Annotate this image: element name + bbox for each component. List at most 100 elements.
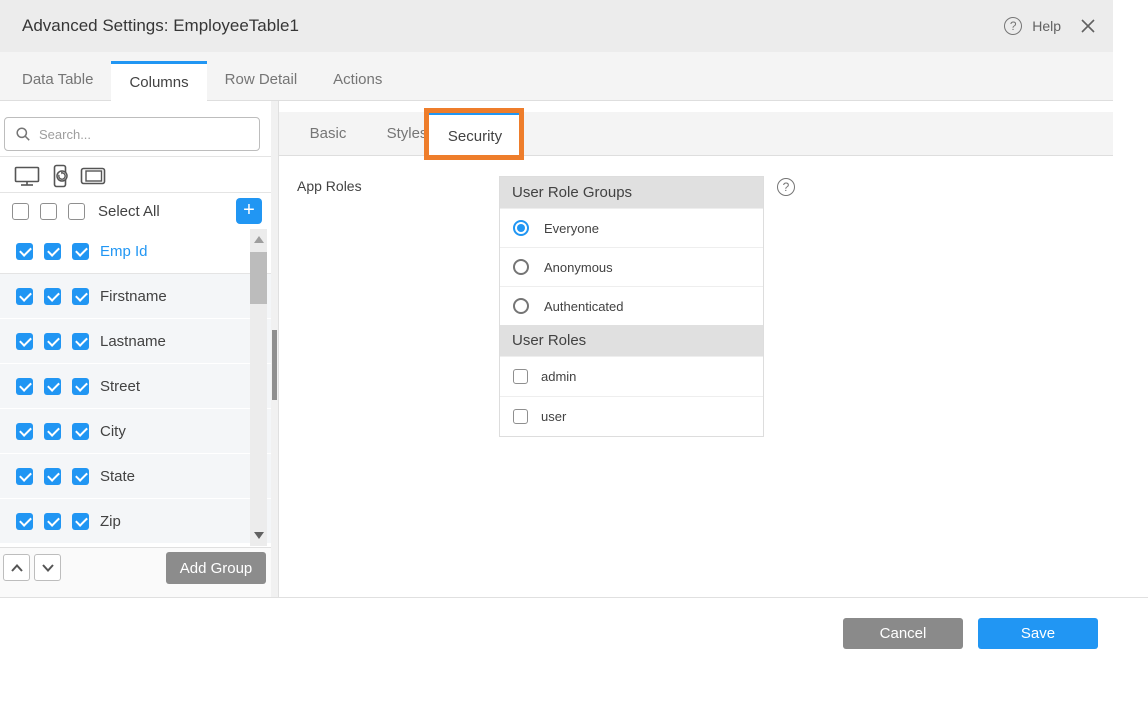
role-option-admin[interactable]: admin (500, 356, 763, 396)
column-label: Lastname (100, 333, 166, 350)
option-label: Everyone (544, 221, 599, 236)
column-checkbox-desktop[interactable] (16, 513, 33, 530)
column-checkbox-tablet[interactable] (72, 468, 89, 485)
tab-actions[interactable]: Actions (315, 61, 400, 101)
column-checkbox-mobile[interactable] (44, 468, 61, 485)
tab-basic[interactable]: Basic (293, 112, 363, 155)
add-column-button[interactable]: + (236, 198, 262, 224)
radio-authenticated[interactable] (513, 298, 529, 314)
move-up-button[interactable] (3, 554, 30, 581)
sidebar-scrollbar-thumb[interactable] (272, 330, 277, 400)
column-checkbox-mobile[interactable] (44, 423, 61, 440)
search-input[interactable] (39, 127, 219, 142)
column-checkbox-tablet[interactable] (72, 423, 89, 440)
role-option-user[interactable]: user (500, 396, 763, 436)
search-box[interactable] (4, 117, 260, 151)
column-list: Emp Id Firstname Lastname Street (0, 229, 271, 547)
tab-data-table[interactable]: Data Table (4, 61, 111, 101)
column-checkbox-mobile[interactable] (44, 288, 61, 305)
column-checkbox-desktop[interactable] (16, 423, 33, 440)
checkbox-admin[interactable] (513, 369, 528, 384)
column-label: Street (100, 378, 140, 395)
help-icon[interactable]: ? (1004, 17, 1022, 35)
advanced-settings-dialog: Advanced Settings: EmployeeTable1 ? Help… (0, 0, 1148, 717)
column-checkbox-desktop[interactable] (16, 468, 33, 485)
help-button[interactable]: Help (1032, 18, 1061, 34)
list-scrollbar[interactable] (250, 229, 267, 546)
page-title: Advanced Settings: EmployeeTable1 (22, 16, 299, 36)
column-row-zip[interactable]: Zip (0, 499, 271, 544)
column-checkbox-mobile[interactable] (44, 243, 61, 260)
move-down-button[interactable] (34, 554, 61, 581)
column-row-emp-id[interactable]: Emp Id (0, 229, 271, 274)
column-checkbox-mobile[interactable] (44, 513, 61, 530)
role-option-everyone[interactable]: Everyone (500, 208, 763, 247)
select-all-row: Select All + (0, 193, 271, 229)
tab-columns[interactable]: Columns (111, 61, 206, 102)
sidebar-scrollbar[interactable] (271, 101, 278, 597)
mobile-rotate-icon[interactable] (49, 163, 71, 189)
device-toggle-row (13, 163, 107, 189)
radio-everyone[interactable] (513, 220, 529, 236)
select-all-checkbox-tablet[interactable] (68, 203, 85, 220)
column-checkbox-tablet[interactable] (72, 243, 89, 260)
column-checkbox-desktop[interactable] (16, 333, 33, 350)
chevron-up-icon (10, 563, 24, 573)
tablet-icon[interactable] (79, 164, 107, 188)
columns-sidebar: Select All + Emp Id Firstname Lastname (0, 101, 278, 597)
app-roles-panel: User Role Groups Everyone Anonymous Auth… (499, 176, 764, 437)
dialog-header: Advanced Settings: EmployeeTable1 ? Help (0, 0, 1113, 52)
column-checkbox-tablet[interactable] (72, 378, 89, 395)
column-row-state[interactable]: State (0, 454, 271, 499)
checkbox-user[interactable] (513, 409, 528, 424)
column-label: City (100, 423, 126, 440)
cancel-button[interactable]: Cancel (843, 618, 963, 649)
column-checkbox-mobile[interactable] (44, 378, 61, 395)
column-label: Firstname (100, 288, 167, 305)
option-label: Anonymous (544, 260, 613, 275)
add-group-button[interactable]: Add Group (166, 552, 266, 584)
select-all-checkbox-mobile[interactable] (40, 203, 57, 220)
column-row-city[interactable]: City (0, 409, 271, 454)
column-row-street[interactable]: Street (0, 364, 271, 409)
radio-anonymous[interactable] (513, 259, 529, 275)
role-option-anonymous[interactable]: Anonymous (500, 247, 763, 286)
column-label: State (100, 468, 135, 485)
option-label: user (541, 409, 566, 424)
select-all-label: Select All (98, 203, 160, 220)
column-checkbox-tablet[interactable] (72, 333, 89, 350)
sidebar-footer: Add Group (0, 547, 271, 597)
tab-security[interactable]: Security (429, 112, 521, 157)
user-role-groups-header: User Role Groups (500, 177, 763, 208)
dialog-tabbar: Data Table Columns Row Detail Actions (0, 52, 1113, 101)
scroll-up-icon[interactable] (254, 236, 264, 243)
scroll-down-icon[interactable] (254, 532, 264, 539)
desktop-icon[interactable] (13, 164, 41, 188)
column-row-lastname[interactable]: Lastname (0, 319, 271, 364)
option-label: admin (541, 369, 576, 384)
dialog-bottom-divider (0, 597, 1148, 598)
tab-row-detail[interactable]: Row Detail (207, 61, 316, 101)
save-button[interactable]: Save (978, 618, 1098, 649)
column-checkbox-desktop[interactable] (16, 288, 33, 305)
search-icon (15, 126, 31, 142)
column-label: Zip (100, 513, 121, 530)
column-checkbox-desktop[interactable] (16, 243, 33, 260)
column-row-firstname[interactable]: Firstname (0, 274, 271, 319)
app-roles-label: App Roles (297, 178, 362, 194)
user-roles-header: User Roles (500, 325, 763, 356)
column-checkbox-desktop[interactable] (16, 378, 33, 395)
column-checkbox-mobile[interactable] (44, 333, 61, 350)
role-option-authenticated[interactable]: Authenticated (500, 286, 763, 325)
column-label: Emp Id (100, 243, 148, 260)
column-checkbox-tablet[interactable] (72, 513, 89, 530)
app-roles-help-icon[interactable]: ? (777, 178, 795, 196)
column-checkbox-tablet[interactable] (72, 288, 89, 305)
close-icon[interactable] (1079, 17, 1097, 35)
select-all-checkbox-desktop[interactable] (12, 203, 29, 220)
settings-tabbar: Basic Styles Security (279, 112, 1113, 156)
column-settings-pane: Basic Styles Security App Roles User Rol… (279, 101, 1113, 597)
option-label: Authenticated (544, 299, 624, 314)
scrollbar-thumb[interactable] (250, 252, 267, 304)
chevron-down-icon (41, 563, 55, 573)
